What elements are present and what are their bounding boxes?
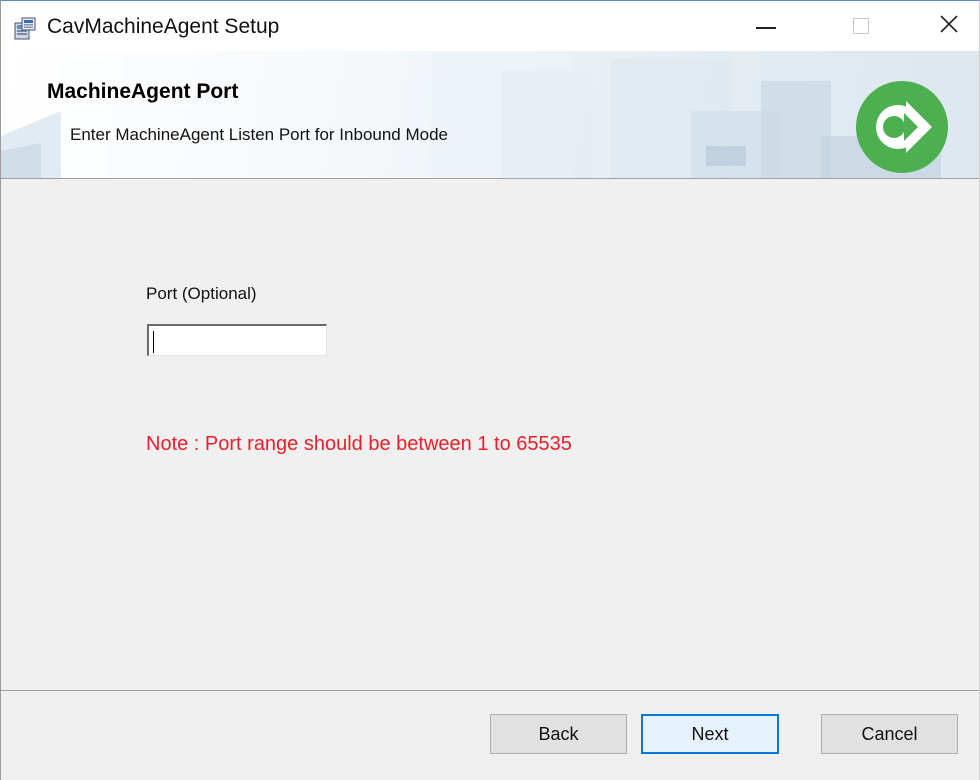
minimize-icon — [756, 27, 776, 29]
maximize-button[interactable] — [831, 1, 891, 51]
setup-window: CavMachineAgent Setup MachineAgent Port … — [0, 0, 980, 780]
header-banner: MachineAgent Port Enter MachineAgent Lis… — [1, 51, 979, 178]
text-caret — [153, 331, 154, 353]
footer-divider — [1, 690, 979, 691]
window-title: CavMachineAgent Setup — [47, 15, 280, 38]
back-button[interactable]: Back — [490, 714, 627, 754]
next-button[interactable]: Next — [641, 714, 779, 754]
banner-divider — [1, 178, 979, 179]
cancel-button[interactable]: Cancel — [821, 714, 958, 754]
banner-subtitle: Enter MachineAgent Listen Port for Inbou… — [70, 125, 449, 144]
minimize-button[interactable] — [736, 1, 796, 51]
installer-icon — [13, 17, 37, 41]
banner-title: MachineAgent Port — [47, 80, 239, 103]
banner-decoration — [1, 51, 941, 178]
green-arrow-logo-icon — [854, 79, 950, 175]
close-button[interactable] — [919, 1, 979, 51]
port-input[interactable] — [147, 324, 327, 356]
close-icon — [938, 13, 960, 40]
title-bar[interactable]: CavMachineAgent Setup — [1, 1, 979, 51]
port-range-note: Note : Port range should be between 1 to… — [146, 433, 572, 455]
maximize-icon — [853, 18, 869, 34]
port-label: Port (Optional) — [146, 284, 257, 303]
